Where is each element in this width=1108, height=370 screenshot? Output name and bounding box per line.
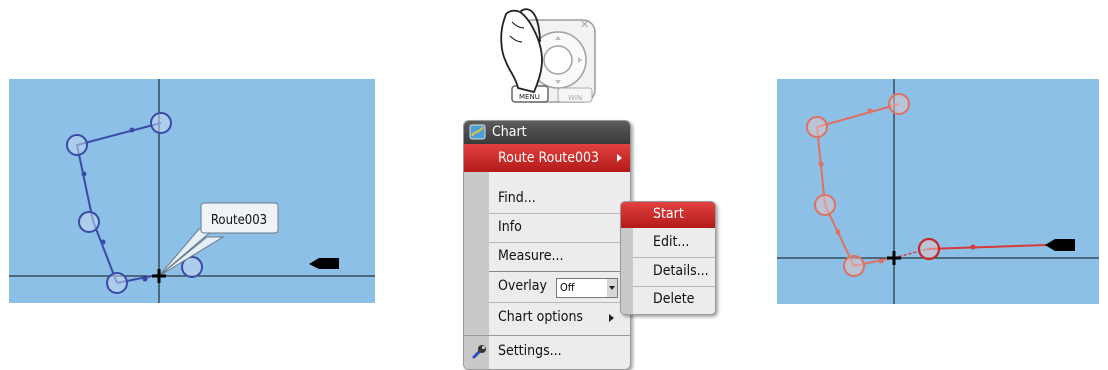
- waypoint: [78, 211, 100, 233]
- chevron-right-icon: [617, 154, 622, 162]
- route-callout-label: Route003: [211, 213, 267, 228]
- menu-item-chart-options-label: Chart options: [498, 309, 583, 325]
- menu-header-title: Chart: [492, 124, 527, 140]
- menu-divider: [489, 271, 630, 272]
- active-waypoint: [917, 237, 941, 261]
- chart-left[interactable]: Route003: [9, 79, 375, 303]
- wrench-icon: [472, 345, 486, 359]
- menu-item-settings-label: Settings...: [498, 343, 562, 359]
- submenu-item-edit-label: Edit...: [653, 234, 690, 250]
- keypad-illustration: ✕ MENU WIN: [490, 2, 600, 110]
- chart-left-graphics: Route003: [9, 79, 375, 303]
- menu-item-find[interactable]: Find...: [464, 185, 630, 213]
- chevron-right-icon: [609, 314, 614, 322]
- waypoint: [150, 112, 172, 134]
- menu-item-measure[interactable]: Measure...: [464, 243, 630, 271]
- overlay-select[interactable]: Off: [556, 278, 608, 298]
- route-submenu: Start Edit... Details... Delete: [620, 201, 716, 315]
- win-key-label: WIN: [568, 94, 582, 102]
- submenu-divider: [633, 257, 715, 258]
- submenu-item-edit[interactable]: Edit...: [621, 230, 715, 256]
- menu-divider: [489, 302, 630, 303]
- x-key-label: ✕: [580, 18, 589, 31]
- submenu-item-delete[interactable]: Delete: [621, 287, 715, 313]
- waypoint: [66, 134, 88, 156]
- submenu-item-details-label: Details...: [653, 263, 709, 279]
- menu-item-info[interactable]: Info: [464, 214, 630, 242]
- chart-icon: [469, 124, 486, 140]
- waypoint: [843, 255, 865, 277]
- menu-key-label: MENU: [519, 93, 540, 101]
- menu-item-settings[interactable]: Settings...: [464, 338, 630, 366]
- menu-item-route-label: Route Route003: [498, 150, 600, 166]
- menu-item-overlay-label: Overlay: [498, 278, 547, 294]
- menu-item-find-label: Find...: [498, 190, 536, 206]
- menu-item-route[interactable]: Route Route003: [464, 144, 630, 172]
- menu-item-overlay[interactable]: Overlay Off: [464, 273, 630, 301]
- menu-header: Chart: [464, 121, 630, 144]
- overlay-select-value: Off: [560, 281, 575, 294]
- waypoint: [106, 272, 128, 294]
- menu-divider: [464, 335, 630, 336]
- chart-context-menu: Chart Route Route003 Find... Info Measur…: [463, 120, 631, 370]
- submenu-item-start[interactable]: Start: [621, 202, 715, 228]
- submenu-item-start-label: Start: [653, 206, 684, 222]
- menu-item-info-label: Info: [498, 219, 522, 235]
- submenu-item-details[interactable]: Details...: [621, 259, 715, 285]
- chart-right-graphics: [777, 79, 1099, 304]
- overlay-dropdown-button[interactable]: [607, 278, 618, 298]
- submenu-item-delete-label: Delete: [653, 291, 695, 307]
- chevron-down-icon: [609, 286, 615, 290]
- waypoint: [888, 93, 910, 115]
- waypoint: [806, 116, 828, 138]
- menu-item-measure-label: Measure...: [498, 248, 564, 264]
- menu-item-chart-options[interactable]: Chart options: [464, 304, 630, 332]
- waypoint: [814, 194, 836, 216]
- chart-right[interactable]: [777, 79, 1099, 304]
